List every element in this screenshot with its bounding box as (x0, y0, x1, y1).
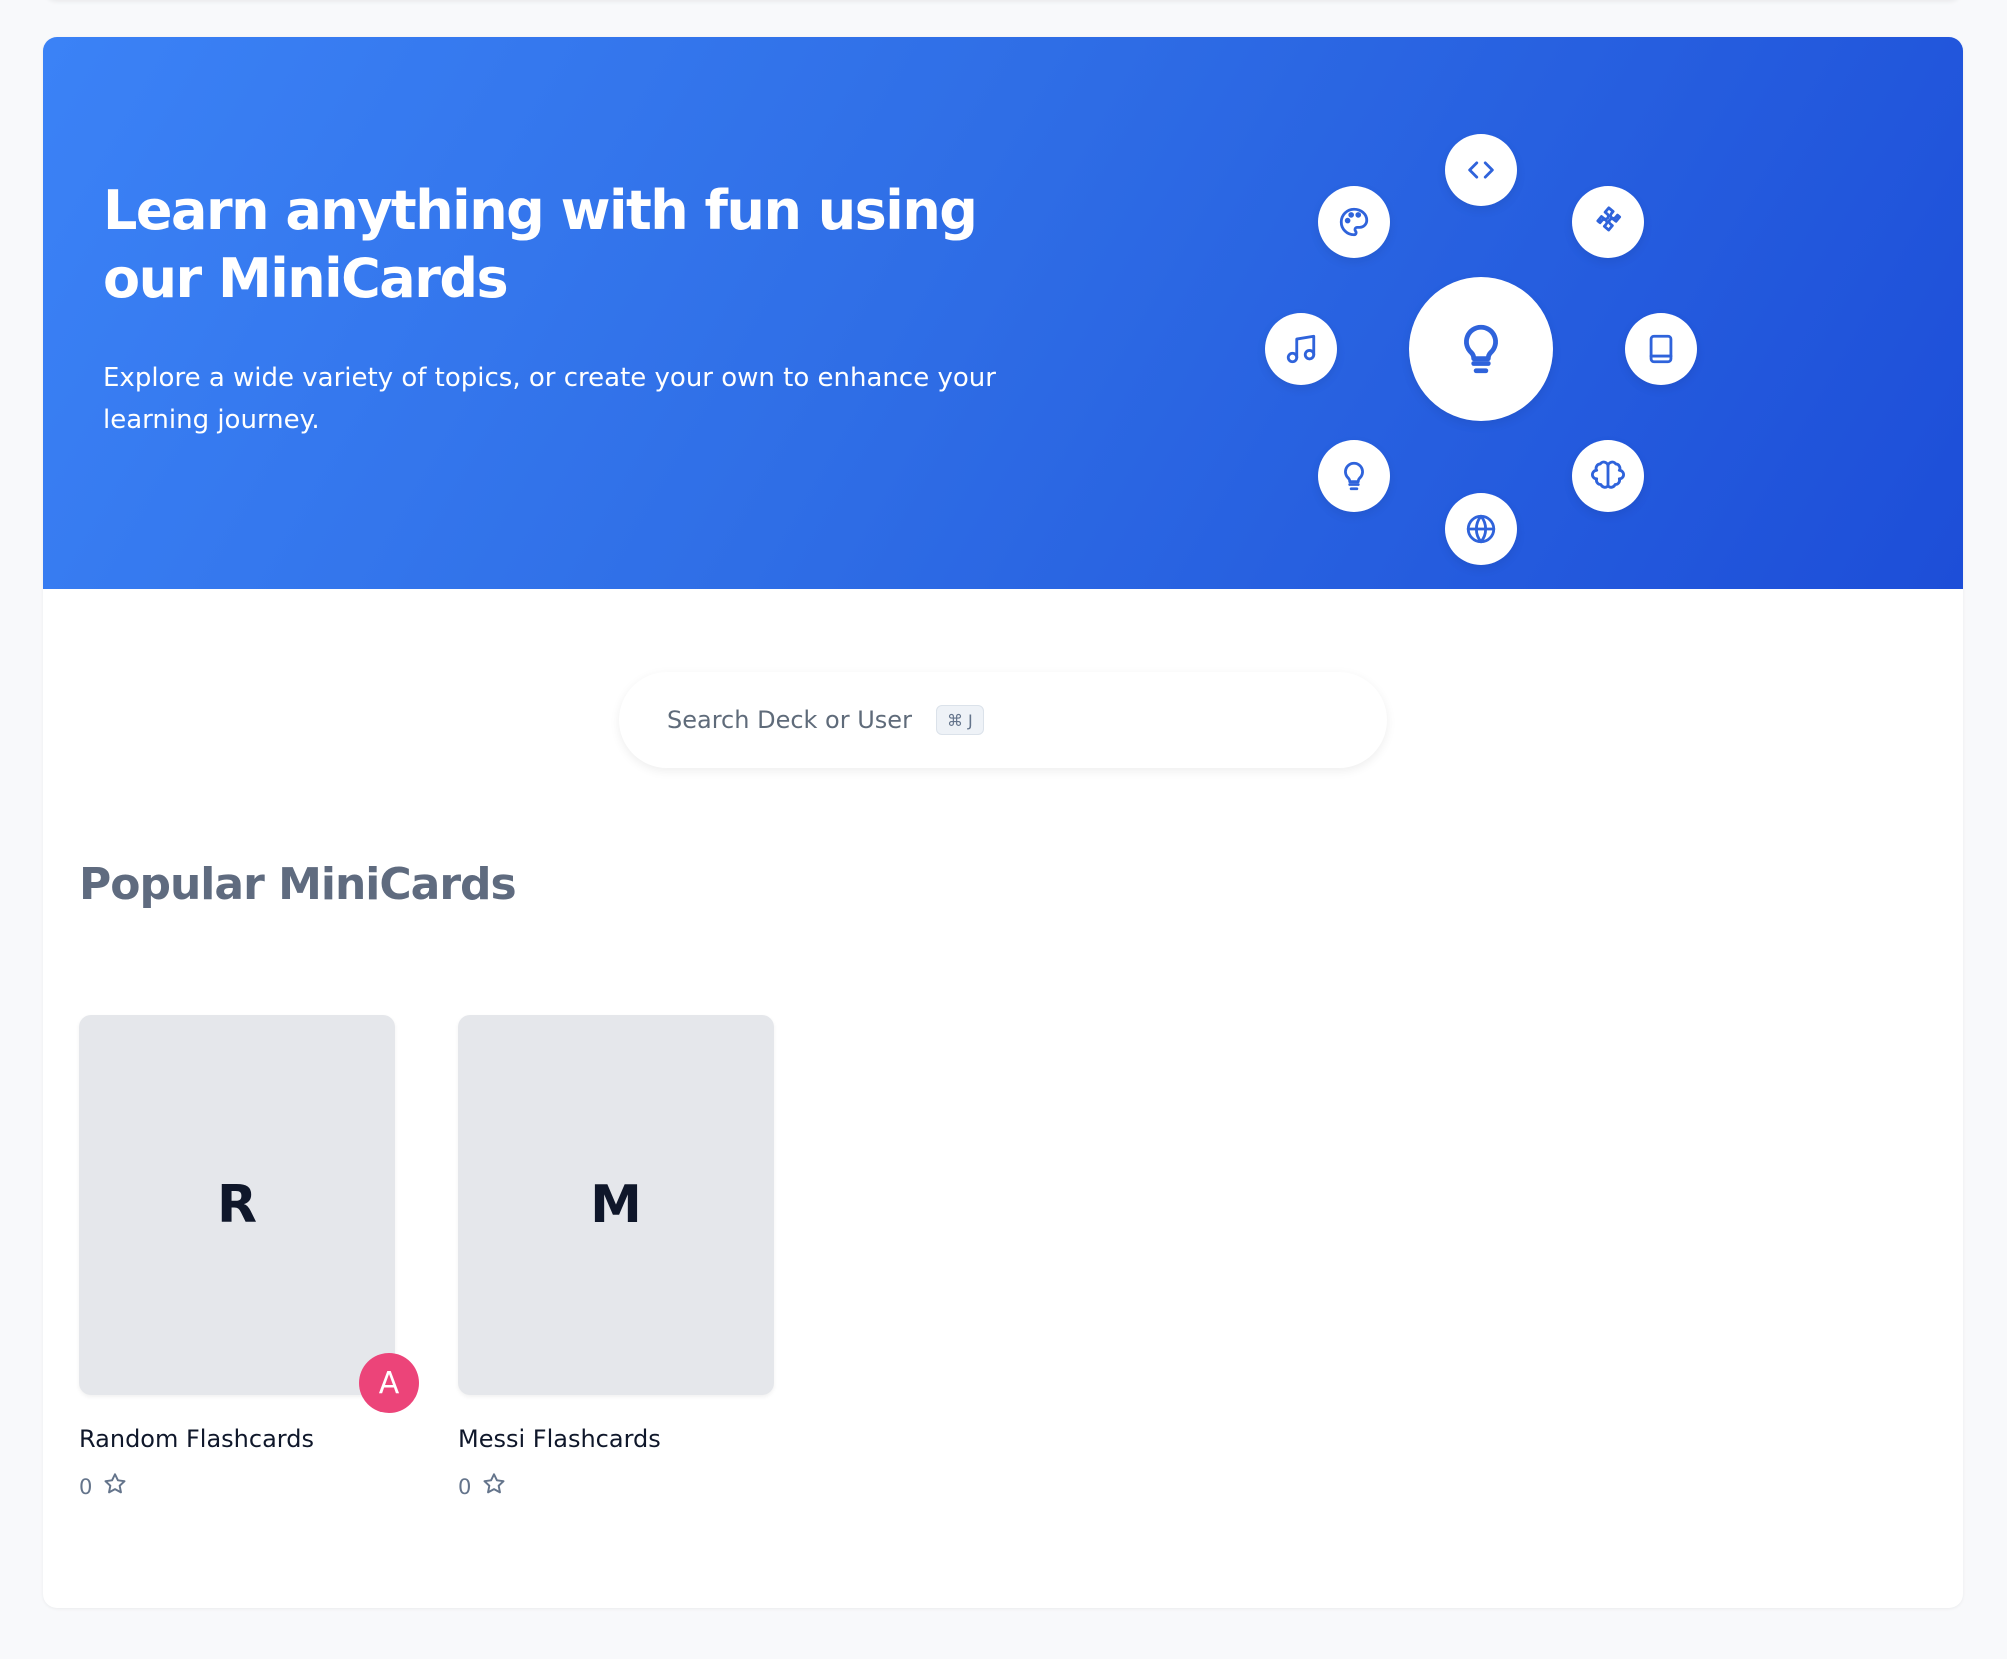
deck-card[interactable]: R A Random Flashcards 0 (79, 1015, 419, 1502)
music-icon (1265, 313, 1337, 385)
star-icon[interactable] (481, 1471, 507, 1502)
deck-cover[interactable]: M (458, 1015, 774, 1395)
hero-subtitle: Explore a wide variety of topics, or cre… (103, 363, 996, 435)
deck-rating: 0 (79, 1471, 395, 1502)
search-placeholder: Search Deck or User (667, 706, 912, 734)
globe-icon (1445, 493, 1517, 565)
deck-cover[interactable]: R A (79, 1015, 419, 1413)
lightbulb-icon (1409, 277, 1553, 421)
search-input[interactable]: Search Deck or User ⌘ J (619, 672, 1387, 768)
star-count: 0 (458, 1474, 472, 1499)
keyboard-shortcut-badge: ⌘ J (935, 705, 984, 735)
star-count: 0 (79, 1474, 93, 1499)
main-panel: Learn anything with fun using our MiniCa… (43, 37, 1963, 1608)
palette-icon (1318, 186, 1390, 258)
deck-initial: R (216, 1175, 258, 1235)
brain-icon (1572, 440, 1644, 512)
hero-banner: Learn anything with fun using our MiniCa… (43, 37, 1963, 589)
book-icon (1625, 313, 1697, 385)
section-title: Popular MiniCards (79, 859, 517, 910)
puzzle-icon (1572, 186, 1644, 258)
deck-title[interactable]: Random Flashcards (79, 1425, 395, 1453)
topic-icon-orbit (1251, 87, 1711, 565)
lightbulb-small-icon (1318, 440, 1390, 512)
deck-initial: M (590, 1175, 642, 1235)
deck-rating: 0 (458, 1471, 774, 1502)
deck-title[interactable]: Messi Flashcards (458, 1425, 774, 1453)
star-icon[interactable] (102, 1471, 128, 1502)
deck-card[interactable]: M Messi Flashcards 0 (458, 1015, 774, 1502)
hero-title: Learn anything with fun using our MiniCa… (103, 179, 978, 310)
code-icon (1445, 134, 1517, 206)
avatar[interactable]: A (359, 1353, 419, 1413)
